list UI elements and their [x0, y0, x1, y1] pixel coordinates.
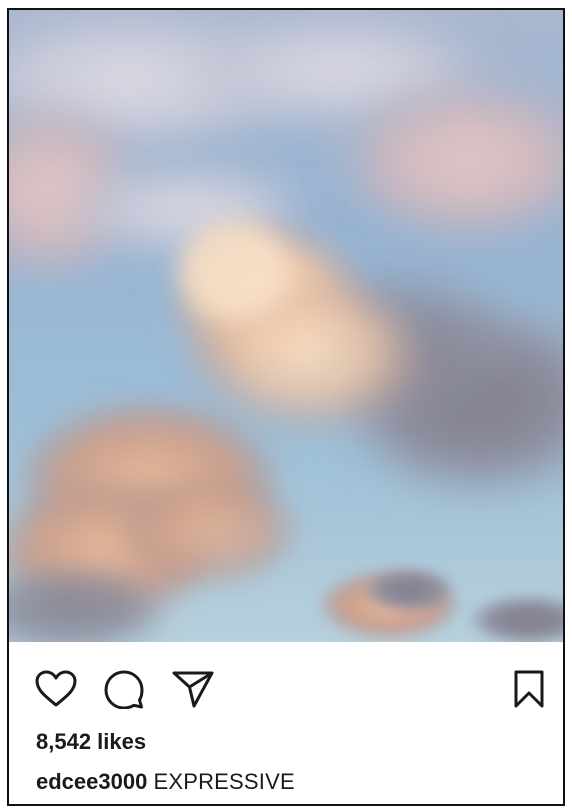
like-count[interactable]: 8,542 likes: [36, 729, 146, 755]
post-photo[interactable]: [9, 10, 563, 642]
speech-bubble-icon[interactable]: [102, 667, 146, 711]
caption-text: EXPRESSIVE: [153, 769, 295, 794]
heart-icon[interactable]: [34, 667, 78, 711]
caption-username[interactable]: edcee3000: [36, 769, 147, 794]
paper-plane-icon[interactable]: [171, 667, 215, 711]
post-caption: edcee3000 EXPRESSIVE: [36, 769, 295, 795]
bookmark-icon[interactable]: [507, 667, 551, 711]
post-action-bar: [9, 642, 563, 724]
cloud-sky-image: [9, 10, 563, 642]
instagram-post-card: 8,542 likes edcee3000 EXPRESSIVE: [7, 8, 565, 806]
